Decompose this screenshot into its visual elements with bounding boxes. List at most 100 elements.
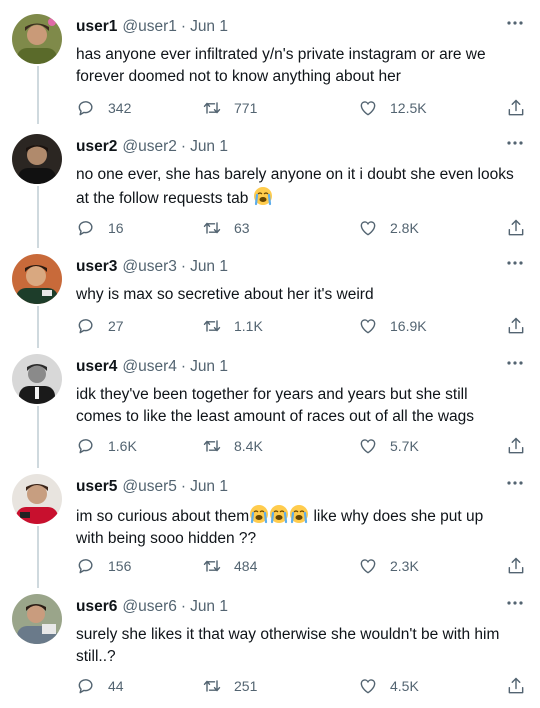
share-icon [508, 317, 524, 334]
retweet-count: 8.4K [234, 438, 263, 454]
tweet[interactable]: user2 @user2 · Jun 1 no one ever, she ha… [0, 134, 540, 246]
share-button[interactable] [506, 674, 526, 698]
like-button[interactable]: 2.8K [358, 216, 419, 240]
tweet-actions: 27 1.1K 16.9K [76, 314, 526, 338]
username[interactable]: @user6 [122, 598, 177, 616]
username[interactable]: @user1 [122, 18, 177, 36]
avatar[interactable] [12, 14, 62, 64]
more-icon[interactable] [504, 356, 526, 370]
reply-icon [78, 319, 93, 334]
like-button[interactable]: 5.7K [358, 434, 419, 458]
like-button[interactable]: 12.5K [358, 96, 427, 120]
share-button[interactable] [506, 96, 526, 120]
username[interactable]: @user2 [122, 138, 177, 156]
tweet-text-line: at the follow requests tab [76, 190, 249, 207]
display-name[interactable]: user2 [76, 138, 117, 156]
retweet-count: 1.1K [234, 318, 263, 334]
retweet-button[interactable]: 1.1K [202, 314, 263, 338]
retweet-count: 63 [234, 220, 250, 236]
retweet-count: 771 [234, 100, 258, 116]
share-button[interactable] [506, 216, 526, 240]
retweet-button[interactable]: 8.4K [202, 434, 263, 458]
tweet-text-line: idk they've been together for years and … [76, 386, 468, 403]
retweet-icon [203, 102, 221, 114]
loudly-crying-face-emoji [250, 505, 269, 524]
tweet-date[interactable]: Jun 1 [190, 258, 228, 276]
separator-dot: · [180, 138, 187, 155]
retweet-icon [203, 560, 221, 572]
tweet-text: surely she likes it that way otherwise s… [76, 624, 518, 668]
tweet[interactable]: user4 @user4 · Jun 1 idk they've been to… [0, 354, 540, 466]
reply-button[interactable]: 342 [76, 96, 131, 120]
tweet[interactable]: user1 @user1 · Jun 1 has anyone ever inf… [0, 14, 540, 126]
tweet-actions: 156 484 2.3K [76, 554, 526, 578]
separator-dot: · [180, 358, 187, 375]
more-icon[interactable] [504, 256, 526, 270]
loudly-crying-face-emoji [290, 505, 309, 524]
reply-button[interactable]: 156 [76, 554, 131, 578]
avatar[interactable] [12, 594, 62, 644]
avatar[interactable] [12, 134, 62, 184]
tweet-text-line: still..? [76, 648, 116, 665]
retweet-button[interactable]: 771 [202, 96, 257, 120]
reply-button[interactable]: 44 [76, 674, 124, 698]
more-icon[interactable] [504, 596, 526, 610]
more-icon[interactable] [504, 476, 526, 490]
tweet-date[interactable]: Jun 1 [190, 598, 228, 616]
retweet-icon [203, 680, 221, 692]
tweet-date[interactable]: Jun 1 [190, 138, 228, 156]
avatar[interactable] [12, 354, 62, 404]
reply-count: 342 [108, 100, 132, 116]
avatar[interactable] [12, 254, 62, 304]
tweet-date[interactable]: Jun 1 [190, 358, 228, 376]
display-name[interactable]: user5 [76, 478, 117, 496]
username[interactable]: @user3 [122, 258, 177, 276]
reply-button[interactable]: 16 [76, 216, 124, 240]
reply-count: 1.6K [108, 438, 137, 454]
tweet[interactable]: user5 @user5 · Jun 1 im so curious about… [0, 474, 540, 586]
display-name[interactable]: user6 [76, 598, 117, 616]
like-button[interactable]: 4.5K [358, 674, 419, 698]
share-icon [508, 99, 524, 116]
separator-dot: · [180, 18, 187, 35]
separator-dot: · [180, 478, 187, 495]
tweet[interactable]: user3 @user3 · Jun 1 why is max so secre… [0, 254, 540, 346]
reply-icon [78, 221, 93, 236]
retweet-button[interactable]: 251 [202, 674, 257, 698]
reply-button[interactable]: 1.6K [76, 434, 137, 458]
share-icon [508, 219, 524, 236]
tweet[interactable]: user6 @user6 · Jun 1 surely she likes it… [0, 594, 540, 706]
like-count: 2.3K [390, 558, 419, 574]
tweet-text-line: comes to like the least amount of races … [76, 408, 475, 425]
like-button[interactable]: 2.3K [358, 554, 419, 578]
more-icon[interactable] [504, 136, 526, 150]
username[interactable]: @user5 [122, 478, 177, 496]
tweet-thread: user1 @user1 · Jun 1 has anyone ever inf… [0, 0, 540, 708]
tweet-text-line: im so curious about them [76, 508, 250, 525]
reply-button[interactable]: 27 [76, 314, 124, 338]
tweet-header: user2 @user2 · Jun 1 [76, 138, 520, 160]
share-icon [508, 557, 524, 574]
display-name[interactable]: user1 [76, 18, 117, 36]
more-icon[interactable] [504, 16, 526, 30]
tweet-header: user1 @user1 · Jun 1 [76, 18, 520, 40]
reply-count: 27 [108, 318, 124, 334]
retweet-icon [203, 222, 221, 234]
retweet-button[interactable]: 484 [202, 554, 257, 578]
like-icon [360, 679, 376, 694]
tweet-date[interactable]: Jun 1 [190, 18, 228, 36]
display-name[interactable]: user3 [76, 258, 117, 276]
avatar[interactable] [12, 474, 62, 524]
share-button[interactable] [506, 554, 526, 578]
tweet-date[interactable]: Jun 1 [190, 478, 228, 496]
tweet-text: why is max so secretive about her it's w… [76, 284, 518, 306]
like-button[interactable]: 16.9K [358, 314, 427, 338]
loudly-crying-face-emoji [253, 187, 272, 206]
tweet-text-line: no one ever, she has barely anyone on it… [76, 166, 514, 183]
share-button[interactable] [506, 434, 526, 458]
display-name[interactable]: user4 [76, 358, 117, 376]
retweet-button[interactable]: 63 [202, 216, 250, 240]
share-button[interactable] [506, 314, 526, 338]
username[interactable]: @user4 [122, 358, 177, 376]
reply-count: 156 [108, 558, 132, 574]
